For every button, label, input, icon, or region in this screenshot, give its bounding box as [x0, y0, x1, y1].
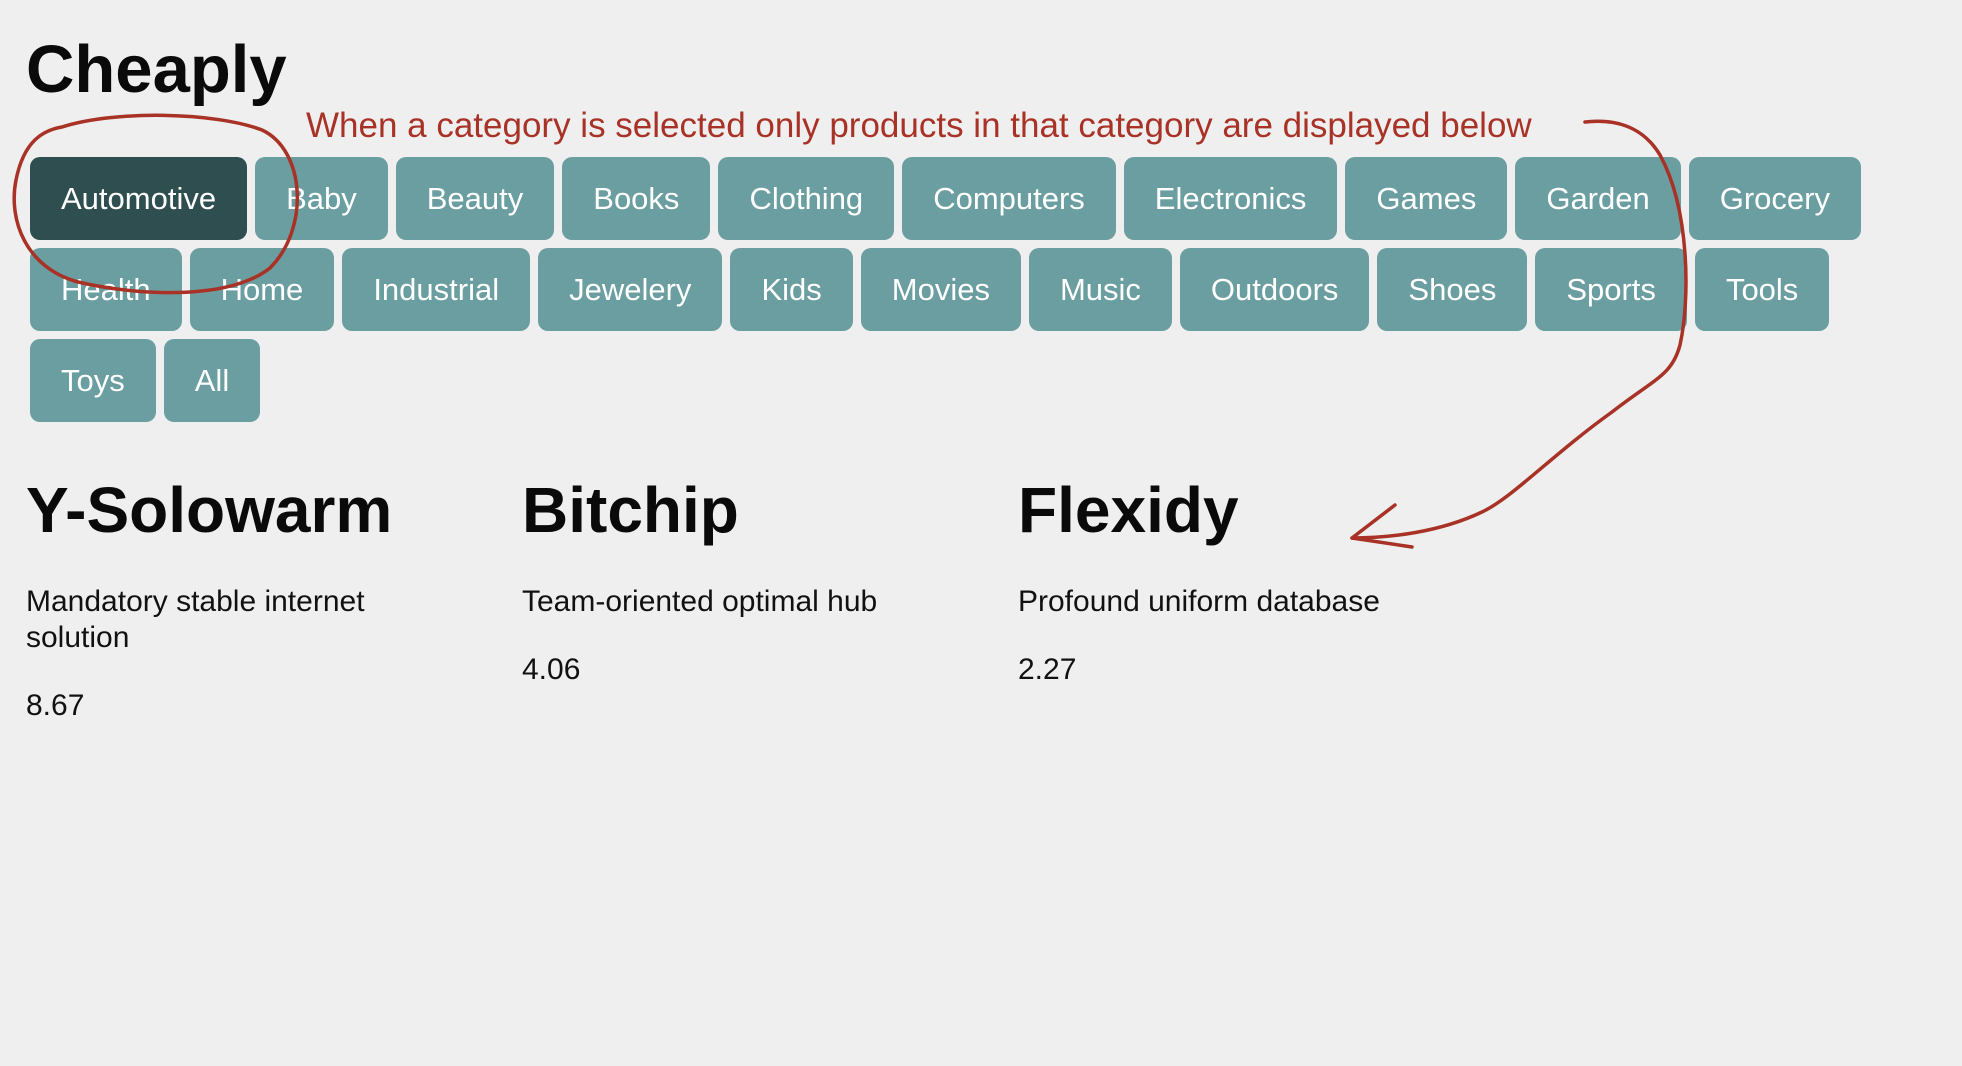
product-card: Y-Solowarm Mandatory stable internet sol… — [26, 470, 522, 724]
category-button-garden[interactable]: Garden — [1515, 157, 1681, 240]
category-button-games[interactable]: Games — [1345, 157, 1508, 240]
category-row: Health Home Industrial Jewelery Kids Mov… — [30, 248, 1950, 331]
category-button-shoes[interactable]: Shoes — [1377, 248, 1528, 331]
category-button-baby[interactable]: Baby — [255, 157, 388, 240]
annotation-note: When a category is selected only product… — [306, 106, 1532, 145]
category-button-electronics[interactable]: Electronics — [1123, 157, 1338, 240]
category-button-kids[interactable]: Kids — [730, 248, 853, 331]
category-row: Toys All — [30, 339, 1950, 422]
category-button-grocery[interactable]: Grocery — [1688, 157, 1861, 240]
product-name: Y-Solowarm — [26, 474, 393, 546]
app-title: Cheaply — [26, 32, 287, 107]
category-button-books[interactable]: Books — [562, 157, 711, 240]
category-button-tools[interactable]: Tools — [1694, 248, 1830, 331]
category-button-industrial[interactable]: Industrial — [342, 248, 531, 331]
category-button-home[interactable]: Home — [189, 248, 335, 331]
category-button-sports[interactable]: Sports — [1535, 248, 1687, 331]
category-button-health[interactable]: Health — [30, 248, 182, 331]
category-button-all[interactable]: All — [163, 339, 261, 422]
product-price: 8.67 — [26, 689, 85, 722]
product-price: 4.06 — [522, 653, 581, 686]
product-card: Bitchip Team-oriented optimal hub 4.06 — [522, 470, 1018, 724]
category-button-jewelery[interactable]: Jewelery — [538, 248, 723, 331]
category-button-music[interactable]: Music — [1028, 248, 1172, 331]
category-row: Automotive Baby Beauty Books Clothing Co… — [30, 157, 1950, 240]
category-filter: Automotive Baby Beauty Books Clothing Co… — [30, 157, 1950, 430]
product-card: Flexidy Profound uniform database 2.27 — [1018, 470, 1514, 724]
product-description: Mandatory stable internet solution — [26, 585, 365, 654]
category-button-beauty[interactable]: Beauty — [395, 157, 555, 240]
product-description: Profound uniform database — [1018, 585, 1380, 618]
category-button-automotive[interactable]: Automotive — [30, 157, 248, 240]
product-name: Flexidy — [1018, 474, 1239, 546]
category-button-outdoors[interactable]: Outdoors — [1179, 248, 1370, 331]
product-list: Y-Solowarm Mandatory stable internet sol… — [26, 470, 1514, 724]
category-button-toys[interactable]: Toys — [30, 339, 156, 422]
category-button-computers[interactable]: Computers — [902, 157, 1116, 240]
category-button-movies[interactable]: Movies — [860, 248, 1021, 331]
product-price: 2.27 — [1018, 653, 1077, 686]
category-button-clothing[interactable]: Clothing — [718, 157, 895, 240]
product-name: Bitchip — [522, 474, 739, 546]
product-description: Team-oriented optimal hub — [522, 585, 878, 618]
